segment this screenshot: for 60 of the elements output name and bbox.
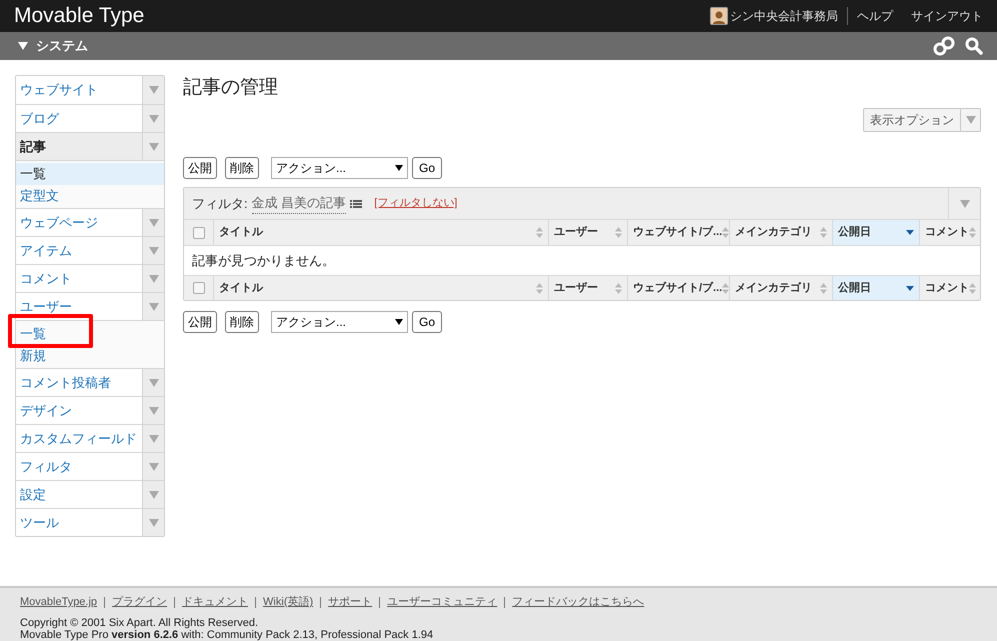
column-header[interactable]: タイトル	[213, 276, 548, 300]
submenu-item[interactable]: 一覧	[16, 163, 164, 185]
user-link[interactable]: シン中央会計事務局	[730, 7, 848, 25]
sort-icon	[615, 282, 622, 294]
action-button[interactable]: 削除	[225, 311, 259, 333]
sort-icon	[820, 227, 827, 238]
action-select[interactable]: アクション...	[271, 157, 408, 179]
header-link[interactable]: サインアウト	[902, 7, 983, 25]
sort-icon	[722, 282, 730, 294]
column-header[interactable]: コメント	[919, 276, 980, 300]
footer-link[interactable]: プラグイン	[112, 594, 168, 610]
sort-icon	[969, 282, 976, 294]
display-options-button[interactable]: 表示オプション	[863, 108, 981, 132]
column-header[interactable]: 公開日	[832, 276, 919, 300]
search-icon[interactable]	[965, 37, 983, 55]
action-button[interactable]: 削除	[225, 157, 259, 179]
sort-icon	[615, 227, 622, 238]
link-icon[interactable]	[933, 36, 955, 56]
app-logo[interactable]: Movable Type	[14, 0, 144, 32]
page-title: 記事の管理	[183, 76, 279, 98]
sort-icon	[820, 282, 827, 294]
sort-icon	[536, 282, 543, 294]
sidebar-item[interactable]: 記事	[16, 133, 142, 160]
column-header[interactable]: 公開日	[832, 220, 919, 245]
avatar-icon	[710, 7, 728, 25]
footer-link[interactable]: ユーザーコミュニティ	[387, 594, 498, 610]
header-link[interactable]: ヘルプ	[848, 7, 902, 25]
caret-icon	[395, 165, 403, 171]
footer-link[interactable]: Wiki(英語)	[263, 594, 314, 610]
empty-message: 記事が見つかりません。	[192, 252, 335, 270]
submenu-item[interactable]: 一覧	[16, 323, 164, 345]
action-button[interactable]: 公開	[183, 157, 217, 179]
filter-name-link[interactable]: 金成 昌美の記事	[252, 193, 346, 214]
column-header[interactable]: ユーザー	[548, 276, 627, 300]
action-button[interactable]: 公開	[183, 311, 217, 333]
footer-link[interactable]: ドキュメント	[182, 594, 248, 610]
sort-icon	[536, 227, 543, 238]
clear-filter-link[interactable]: [フィルタしない]	[374, 195, 458, 212]
scope-label[interactable]: システム	[36, 36, 88, 56]
sort-descending-icon	[906, 286, 914, 290]
filter-label: フィルタ:	[192, 194, 248, 213]
copyright-text: Copyright © 2001 Six Apart. All Rights Reserved.	[20, 616, 259, 628]
caret-icon[interactable]	[18, 42, 28, 50]
sort-icon	[722, 227, 730, 238]
list-icon[interactable]	[350, 198, 362, 208]
sort-icon	[969, 227, 976, 238]
footer-link[interactable]: サポート	[328, 594, 372, 610]
submenu-item[interactable]: 新規	[16, 345, 46, 367]
action-select[interactable]: アクション...	[271, 311, 408, 333]
go-button[interactable]: Go	[412, 157, 442, 179]
checkbox[interactable]	[192, 282, 204, 294]
go-button[interactable]: Go	[412, 311, 442, 333]
version-text: Movable Type Pro version 6.2.6 with: Community Pack 2.13, Professional Pack 1.94	[20, 628, 434, 640]
sort-descending-icon	[906, 230, 914, 235]
column-header[interactable]: ウェブサイト/ブ...	[627, 276, 729, 300]
footer-link[interactable]: MovableType.jp	[20, 594, 98, 610]
footer-link[interactable]: フィードバックはこちらへ	[512, 594, 644, 610]
checkbox[interactable]	[192, 226, 204, 238]
submenu-item[interactable]: 定型文	[16, 185, 59, 207]
caret-icon	[395, 319, 403, 325]
